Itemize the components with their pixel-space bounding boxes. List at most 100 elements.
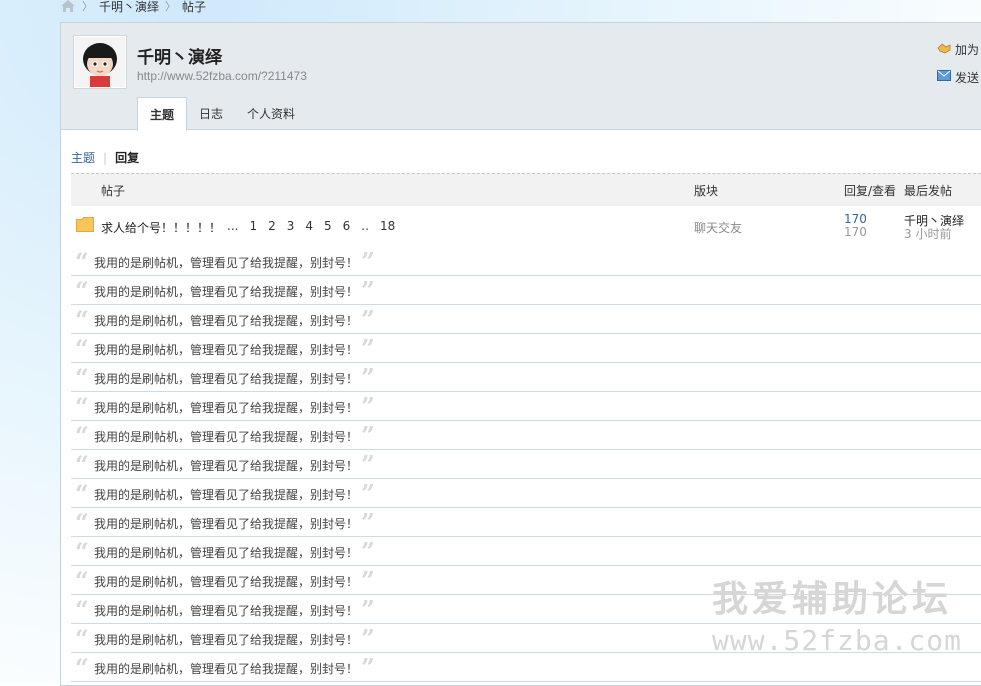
quote-close-icon: ”: [361, 450, 375, 479]
table-header: 帖子 版块 回复/查看 最后发帖: [71, 173, 981, 206]
pager-page-5[interactable]: 5: [324, 219, 332, 233]
thread-reply-count[interactable]: 170: [844, 212, 867, 226]
quote-close-icon: ”: [361, 653, 375, 682]
profile-tabs: 主题 日志 个人资料: [137, 97, 307, 131]
reply-row: “ 我用的是刷帖机，管理看见了给我提醒，别封号！”: [71, 363, 981, 392]
quote-close-icon: ”: [361, 595, 375, 624]
quote-close-icon: ”: [361, 392, 375, 421]
quote-close-icon: ”: [361, 247, 375, 276]
reply-row: “ 我用的是刷帖机，管理看见了给我提醒，别封号！”: [71, 479, 981, 508]
reply-row: “ 我用的是刷帖机，管理看见了给我提醒，别封号！”: [71, 624, 981, 653]
profile-homepage-url[interactable]: http://www.52fzba.com/?211473: [137, 69, 307, 83]
reply-excerpt-link[interactable]: 我用的是刷帖机，管理看见了给我提醒，别封号！: [94, 254, 358, 271]
thread-title-link[interactable]: 求人给个号！！！！！: [101, 219, 221, 236]
home-icon[interactable]: [60, 0, 76, 13]
reply-excerpt-link[interactable]: 我用的是刷帖机，管理看见了给我提醒，别封号！: [94, 486, 358, 503]
filter-topics-link[interactable]: 主题: [71, 149, 95, 166]
pager-ellipsis: ...: [227, 219, 239, 233]
reply-row: “ 我用的是刷帖机，管理看见了给我提醒，别封号！”: [71, 566, 981, 595]
reply-excerpt-link[interactable]: 我用的是刷帖机，管理看见了给我提醒，别封号！: [94, 573, 358, 590]
quote-open-icon: “: [75, 334, 89, 363]
reply-excerpt-link[interactable]: 我用的是刷帖机，管理看见了给我提醒，别封号！: [94, 428, 358, 445]
reply-excerpt-link[interactable]: 我用的是刷帖机，管理看见了给我提醒，别封号！: [94, 631, 358, 648]
thread-row: 求人给个号！！！！！ ... 1 2 3 4 5 6 .. 18 聊天交友 17…: [71, 206, 981, 246]
tab-blog[interactable]: 日志: [187, 97, 235, 129]
reply-row: “ 我用的是刷帖机，管理看见了给我提醒，别封号！”: [71, 508, 981, 537]
avatar-image: [75, 37, 125, 87]
quote-open-icon: “: [75, 479, 89, 508]
add-friend-button[interactable]: 加为: [937, 39, 979, 59]
quote-close-icon: ”: [361, 421, 375, 450]
send-message-label: 发送: [955, 70, 980, 85]
thread-view-count: 170: [844, 225, 867, 239]
pager-page-4[interactable]: 4: [305, 219, 313, 233]
quote-open-icon: “: [75, 566, 89, 595]
breadcrumb: 〉 千明丶演绎 〉 帖子: [60, 0, 206, 15]
thread-pager: ... 1 2 3 4 5 6 .. 18: [227, 219, 395, 233]
breadcrumb-user-link[interactable]: 千明丶演绎: [99, 0, 159, 15]
tab-profile[interactable]: 个人资料: [235, 97, 307, 129]
reply-excerpt-link[interactable]: 我用的是刷帖机，管理看见了给我提醒，别封号！: [94, 370, 358, 387]
reply-excerpt-link[interactable]: 我用的是刷帖机，管理看见了给我提醒，别封号！: [94, 283, 358, 300]
thread-forum-link[interactable]: 聊天交友: [694, 219, 742, 236]
pager-page-last[interactable]: 18: [380, 219, 395, 233]
reply-excerpt-link[interactable]: 我用的是刷帖机，管理看见了给我提醒，别封号！: [94, 399, 358, 416]
reply-row: “ 我用的是刷帖机，管理看见了给我提醒，别封号！”: [71, 276, 981, 305]
header-stats: 回复/查看: [844, 184, 897, 198]
reply-row: “ 我用的是刷帖机，管理看见了给我提醒，别封号！”: [71, 392, 981, 421]
filter-replies-current[interactable]: 回复: [115, 149, 139, 166]
breadcrumb-separator-icon: 〉: [82, 0, 93, 13]
quote-open-icon: “: [75, 450, 89, 479]
quote-open-icon: “: [75, 276, 89, 305]
reply-row: “ 我用的是刷帖机，管理看见了给我提醒，别封号！”: [71, 653, 981, 682]
quote-close-icon: ”: [361, 479, 375, 508]
add-friend-icon: [937, 42, 951, 57]
reply-row: “ 我用的是刷帖机，管理看见了给我提醒，别封号！”: [71, 450, 981, 479]
header-post: 帖子: [101, 184, 126, 198]
reply-excerpt-link[interactable]: 我用的是刷帖机，管理看见了给我提醒，别封号！: [94, 660, 358, 677]
reply-row: “ 我用的是刷帖机，管理看见了给我提醒，别封号！”: [71, 247, 981, 276]
breadcrumb-current: 帖子: [182, 0, 207, 14]
send-message-button[interactable]: 发送: [937, 67, 979, 87]
reply-excerpt-link[interactable]: 我用的是刷帖机，管理看见了给我提醒，别封号！: [94, 457, 358, 474]
pager-page-2[interactable]: 2: [268, 219, 276, 233]
quote-close-icon: ”: [361, 566, 375, 595]
reply-row: “ 我用的是刷帖机，管理看见了给我提醒，别封号！”: [71, 595, 981, 624]
quote-close-icon: ”: [361, 276, 375, 305]
reply-row: “ 我用的是刷帖机，管理看见了给我提醒，别封号！”: [71, 334, 981, 363]
header-forum: 版块: [694, 184, 719, 198]
quote-open-icon: “: [75, 247, 89, 276]
profile-header: 千明丶演绎 http://www.52fzba.com/?211473 主题 日…: [61, 23, 981, 131]
tab-topics[interactable]: 主题: [137, 97, 188, 131]
quote-open-icon: “: [75, 508, 89, 537]
reply-excerpt-link[interactable]: 我用的是刷帖机，管理看见了给我提醒，别封号！: [94, 544, 358, 561]
reply-row: “ 我用的是刷帖机，管理看见了给我提醒，别封号！”: [71, 537, 981, 566]
reply-excerpt-link[interactable]: 我用的是刷帖机，管理看见了给我提醒，别封号！: [94, 515, 358, 532]
quote-open-icon: “: [75, 537, 89, 566]
reply-excerpt-link[interactable]: 我用的是刷帖机，管理看见了给我提醒，别封号！: [94, 341, 358, 358]
envelope-icon: [937, 70, 951, 84]
reply-list: “我用的是刷帖机，管理看见了给我提醒，别封号！” “我用的是刷帖机，管理看见了给我…: [71, 247, 981, 682]
profile-username: 千明丶演绎: [137, 48, 222, 68]
quote-close-icon: ”: [361, 305, 375, 334]
profile-panel: 千明丶演绎 http://www.52fzba.com/?211473 主题 日…: [60, 22, 981, 686]
pager-ellipsis: ..: [361, 219, 369, 233]
post-type-filter: 主题 | 回复: [71, 149, 139, 166]
quote-open-icon: “: [75, 653, 89, 682]
header-last-post: 最后发帖: [904, 184, 953, 198]
quote-close-icon: ”: [361, 624, 375, 653]
reply-excerpt-link[interactable]: 我用的是刷帖机，管理看见了给我提醒，别封号！: [94, 602, 358, 619]
avatar[interactable]: [73, 35, 127, 89]
add-friend-label: 加为: [955, 42, 980, 57]
filter-divider: |: [103, 150, 108, 165]
reply-row: “ 我用的是刷帖机，管理看见了给我提醒，别封号！”: [71, 305, 981, 334]
pager-page-1[interactable]: 1: [249, 219, 257, 233]
pager-page-6[interactable]: 6: [343, 219, 351, 233]
pager-page-3[interactable]: 3: [287, 219, 295, 233]
reply-excerpt-link[interactable]: 我用的是刷帖机，管理看见了给我提醒，别封号！: [94, 312, 358, 329]
folder-icon: [76, 217, 94, 232]
quote-open-icon: “: [75, 363, 89, 392]
last-post-time: 3 小时前: [904, 227, 952, 241]
quote-open-icon: “: [75, 305, 89, 334]
quote-open-icon: “: [75, 624, 89, 653]
